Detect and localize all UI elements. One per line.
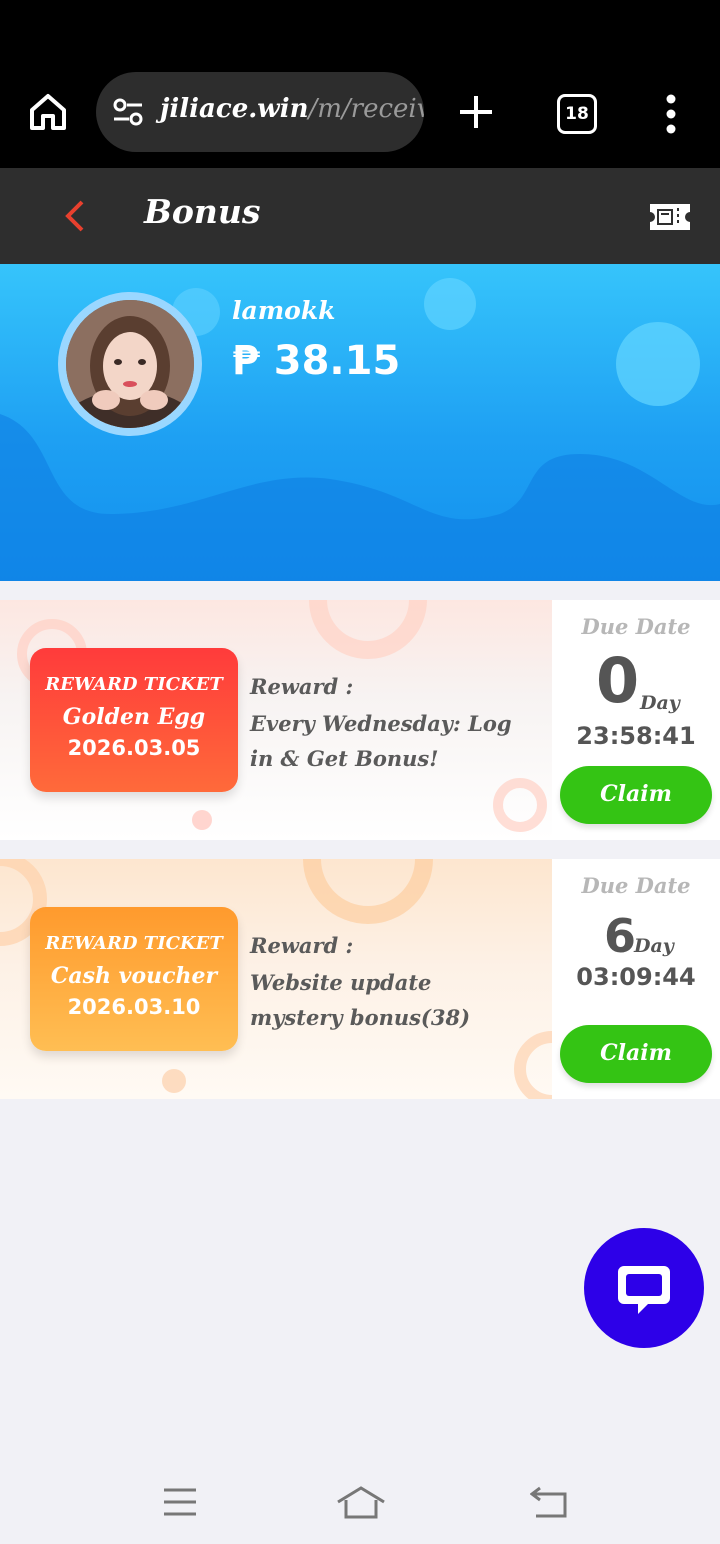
home-icon[interactable] — [26, 90, 70, 134]
day-unit: Day — [640, 692, 680, 714]
ticket-heading: REWARD TICKET — [45, 933, 223, 954]
due-date-label: Due Date — [581, 873, 691, 898]
reward-description: Every Wednesday: Log in & Get Bonus! — [250, 711, 512, 771]
chat-bubble-icon — [618, 1266, 670, 1314]
ticket-date: 2026.03.10 — [67, 995, 201, 1019]
reward-label: Reward : — [250, 674, 354, 699]
claim-button[interactable]: Claim — [560, 766, 712, 824]
browser-toolbar: jiliace.win/m/receiving 18 — [0, 60, 720, 168]
reward-description: Website update mystery bonus(38) — [250, 970, 471, 1030]
due-date-panel: Due Date 0 Day 23:58:41 Claim — [552, 600, 720, 840]
url-domain: jiliace.win — [160, 94, 309, 124]
menu-icon[interactable] — [162, 1486, 198, 1518]
address-bar[interactable]: jiliace.win/m/receiving — [96, 72, 424, 152]
days-remaining: 6 — [604, 909, 637, 963]
countdown-time: 23:58:41 — [576, 722, 696, 750]
reward-ticket: REWARD TICKET Golden Egg 2026.03.05 — [30, 648, 238, 792]
ticket-name: Cash voucher — [50, 963, 218, 989]
page-title: Bonus — [144, 192, 261, 231]
home-outline-icon[interactable] — [336, 1486, 386, 1520]
balance: ₱ 38.15 — [232, 338, 401, 384]
ticket-heading: REWARD TICKET — [45, 674, 223, 695]
reward-label: Reward : — [250, 933, 354, 958]
username: lamokk — [232, 296, 336, 325]
url-path: /m/receiving — [308, 94, 424, 124]
avatar-photo — [66, 300, 194, 428]
app-header: Bonus — [0, 168, 720, 264]
due-date-label: Due Date — [581, 614, 691, 639]
url-text: jiliace.win/m/receiving — [160, 94, 424, 124]
ticket-date: 2026.03.05 — [67, 736, 201, 760]
site-settings-icon[interactable] — [112, 98, 144, 126]
system-nav-bar — [0, 1460, 720, 1544]
new-tab-icon[interactable] — [458, 94, 494, 130]
ticket-icon[interactable] — [648, 202, 692, 232]
tabs-icon[interactable]: 18 — [557, 94, 597, 134]
reward-card: REWARD TICKET Cash voucher 2026.03.10 Re… — [0, 859, 720, 1099]
claim-button[interactable]: Claim — [560, 1025, 712, 1083]
profile-banner: lamokk ₱ 38.15 — [0, 264, 720, 581]
status-bar — [0, 0, 720, 60]
back-chevron-icon[interactable] — [62, 198, 86, 234]
due-date-panel: Due Date 6 Day 03:09:44 Claim — [552, 859, 720, 1099]
days-remaining: 0 — [596, 644, 640, 717]
ticket-name: Golden Egg — [62, 704, 206, 730]
day-unit: Day — [634, 935, 674, 957]
more-vert-icon[interactable] — [664, 94, 678, 134]
reward-card: REWARD TICKET Golden Egg 2026.03.05 Rewa… — [0, 600, 720, 840]
avatar[interactable] — [58, 292, 202, 436]
chat-button[interactable] — [584, 1228, 704, 1348]
reward-ticket: REWARD TICKET Cash voucher 2026.03.10 — [30, 907, 238, 1051]
back-icon[interactable] — [530, 1486, 568, 1518]
countdown-time: 03:09:44 — [576, 963, 696, 991]
